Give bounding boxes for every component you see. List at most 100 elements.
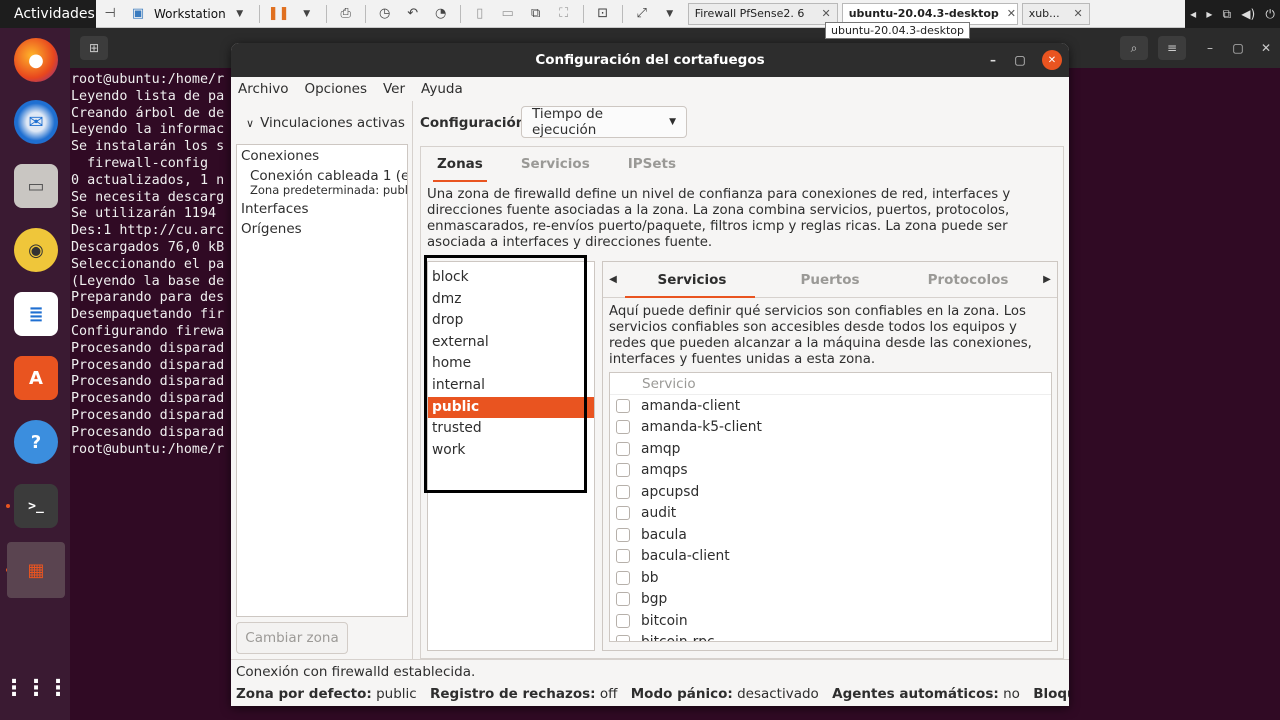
snapshot-icon[interactable]: ◷ <box>374 3 396 25</box>
revert-snapshot-icon[interactable]: ↶ <box>402 3 424 25</box>
tree-sources[interactable]: Orígenes <box>237 220 407 242</box>
nav-left-icon[interactable]: ◂ <box>1190 7 1196 21</box>
close-icon[interactable]: ✕ <box>813 7 830 20</box>
software-center-icon[interactable]: A <box>14 356 58 400</box>
active-bindings-toggle[interactable]: ∨ Vinculaciones activas <box>246 115 405 131</box>
zone-item-drop[interactable]: drop <box>428 310 594 332</box>
close-icon[interactable]: ✕ <box>999 7 1016 20</box>
service-checkbox[interactable] <box>616 570 630 585</box>
close-icon[interactable]: ✕ <box>1042 50 1062 70</box>
tab-ipsets[interactable]: IPSets <box>624 147 680 182</box>
service-row[interactable]: bb <box>610 567 1051 589</box>
pause-icon[interactable]: ❚❚ <box>268 3 290 25</box>
menu-ayuda[interactable]: Ayuda <box>421 81 463 97</box>
volume-icon[interactable]: ◀) <box>1241 7 1255 21</box>
vm-tab-pfsense[interactable]: Firewall PfSense2. 6 ✕ <box>687 2 838 25</box>
zone-list[interactable]: block dmz drop external home internal public tr… <box>424 255 595 651</box>
chevron-down-icon[interactable]: ▼ <box>229 3 251 25</box>
menu-opciones[interactable]: Opciones <box>304 81 367 97</box>
vm-library-icon[interactable]: ⊣ <box>99 3 121 25</box>
chevron-down-icon[interactable]: ▼ <box>296 3 318 25</box>
tab-servicios[interactable]: Servicios <box>517 147 594 182</box>
service-row[interactable]: bgp <box>610 589 1051 611</box>
help-icon[interactable]: ? <box>14 420 58 464</box>
subtab-servicios[interactable]: Servicios <box>623 262 761 298</box>
service-row[interactable]: bacula <box>610 524 1051 546</box>
power-icon[interactable]: ⏻ <box>1265 7 1275 22</box>
service-checkbox[interactable] <box>616 420 630 435</box>
rhythmbox-icon[interactable]: ◉ <box>14 228 58 272</box>
files-icon[interactable]: ▭ <box>14 164 58 208</box>
configuration-select[interactable]: Tiempo de ejecución ▼ <box>521 106 687 138</box>
search-icon[interactable]: ⌕ <box>1120 36 1148 60</box>
zone-item-external[interactable]: external <box>428 332 594 354</box>
service-row[interactable]: amqp <box>610 438 1051 460</box>
zone-item-home[interactable]: home <box>428 353 594 375</box>
tab-zonas[interactable]: Zonas <box>433 147 487 182</box>
tree-connections[interactable]: Conexiones <box>237 145 407 168</box>
service-checkbox[interactable] <box>616 441 630 456</box>
scroll-left-icon[interactable]: ◀ <box>603 274 623 285</box>
subtab-puertos[interactable]: Puertos <box>761 262 899 298</box>
subtab-protocolos[interactable]: Protocolos <box>899 262 1037 298</box>
service-row[interactable]: audit <box>610 503 1051 525</box>
service-checkbox[interactable] <box>616 484 630 499</box>
zone-item-block[interactable]: block <box>428 267 594 289</box>
network-icon[interactable]: ⧉ <box>1223 7 1232 22</box>
chevron-down-icon[interactable]: ▼ <box>659 3 681 25</box>
menu-archivo[interactable]: Archivo <box>238 81 288 97</box>
service-row[interactable]: amanda-k5-client <box>610 417 1051 439</box>
maximize-icon[interactable]: ▢ <box>1224 36 1252 60</box>
stretch-icon[interactable]: ⛶ <box>553 3 575 25</box>
close-icon[interactable]: ✕ <box>1252 36 1280 60</box>
zone-item-work[interactable]: work <box>428 440 594 462</box>
service-row[interactable]: amanda-client <box>610 395 1051 417</box>
zone-item-public[interactable]: public <box>428 396 594 419</box>
activities-button[interactable]: Actividades <box>0 0 96 28</box>
thunderbird-icon[interactable]: ✉ <box>14 100 58 144</box>
workstation-menu[interactable]: Workstation <box>154 7 226 21</box>
service-row[interactable]: bitcoin-rpc <box>610 632 1051 641</box>
firefox-icon[interactable]: ● <box>14 38 58 82</box>
firewall-config-icon[interactable]: ▦ <box>7 542 65 598</box>
view-console-icon[interactable]: ▯ <box>469 3 491 25</box>
unity-icon[interactable]: ⧉ <box>525 3 547 25</box>
change-zone-button[interactable]: Cambiar zona <box>236 622 348 654</box>
menu-ver[interactable]: Ver <box>383 81 405 97</box>
terminal-icon[interactable]: >_ <box>14 484 58 528</box>
service-row[interactable]: bacula-client <box>610 546 1051 568</box>
show-applications-icon[interactable]: ⋮⋮⋮ <box>3 666 69 710</box>
minimize-icon[interactable]: – <box>983 50 1003 70</box>
menu-icon[interactable]: ≡ <box>1158 36 1186 60</box>
snapshot-manager-icon[interactable]: ◔ <box>430 3 452 25</box>
send-keys-icon[interactable]: ⎙ <box>335 3 357 25</box>
fullscreen-icon[interactable]: ⤢ <box>631 3 653 25</box>
service-row[interactable]: apcupsd <box>610 481 1051 503</box>
service-checkbox[interactable] <box>616 506 630 521</box>
zone-item-trusted[interactable]: trusted <box>428 418 594 440</box>
service-checkbox[interactable] <box>616 549 630 564</box>
close-icon[interactable]: ✕ <box>1065 7 1082 20</box>
minimize-icon[interactable]: – <box>1196 36 1224 60</box>
view-fullscreen-icon[interactable]: ▭ <box>497 3 519 25</box>
service-checkbox[interactable] <box>616 613 630 628</box>
tree-connection-item[interactable]: Conexión cableada 1 (ens Zona predetermi… <box>237 168 407 197</box>
zone-item-internal[interactable]: internal <box>428 375 594 397</box>
service-checkbox[interactable] <box>616 398 630 413</box>
zone-item-dmz[interactable]: dmz <box>428 289 594 311</box>
libreoffice-writer-icon[interactable]: ≣ <box>14 292 58 336</box>
services-list[interactable]: Servicio amanda-client amanda-k5-client am… <box>609 372 1052 642</box>
nav-right-icon[interactable]: ▸ <box>1206 7 1212 21</box>
service-checkbox[interactable] <box>616 527 630 542</box>
scroll-right-icon[interactable]: ▶ <box>1037 274 1057 285</box>
terminal-console-icon[interactable]: ⊡ <box>592 3 614 25</box>
tree-interfaces[interactable]: Interfaces <box>237 197 407 220</box>
services-column-header[interactable]: Servicio <box>610 373 1051 395</box>
maximize-icon[interactable]: ▢ <box>1010 50 1030 70</box>
service-checkbox[interactable] <box>616 635 630 641</box>
service-checkbox[interactable] <box>616 592 630 607</box>
new-tab-icon[interactable]: ⊞ <box>80 36 108 60</box>
service-checkbox[interactable] <box>616 463 630 478</box>
service-row[interactable]: amqps <box>610 460 1051 482</box>
vm-tab-xubuntu[interactable]: xub... ✕ <box>1021 2 1090 25</box>
